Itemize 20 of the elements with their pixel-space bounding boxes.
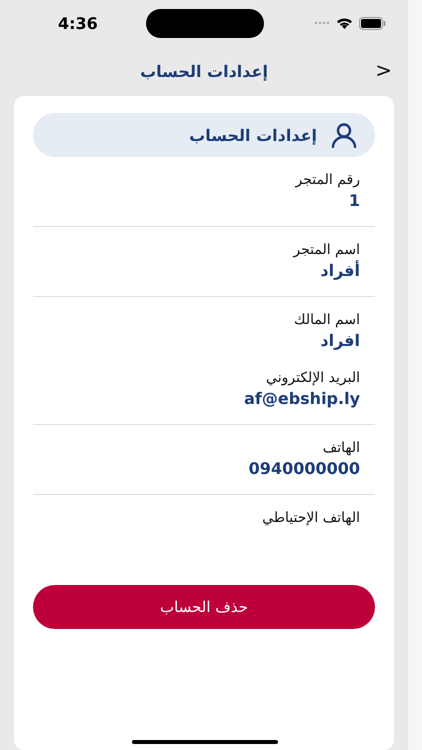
field-label: الهاتف (322, 439, 360, 458)
field-value: افراد (320, 330, 360, 351)
battery-icon (359, 16, 386, 30)
field-value: 0940000000 (248, 458, 360, 479)
field-label: اسم المتجر (293, 241, 360, 260)
field-value: 1 (348, 190, 360, 211)
field-label: رقم المتجر (296, 171, 360, 190)
user-icon (331, 122, 357, 148)
section-title: إعدادات الحساب (189, 126, 317, 144)
wifi-icon (336, 17, 353, 29)
field-label: البريد الإلكتروني (266, 369, 360, 388)
field-label: الهاتف الإحتياطي (262, 509, 360, 528)
field-value: أفراد (320, 260, 360, 281)
field-value: af@ebship.ly (244, 388, 360, 409)
delete-account-button[interactable]: حذف الحساب (33, 585, 375, 629)
field-label: اسم المالك (294, 311, 360, 330)
status-time: 4:36 (58, 14, 99, 32)
signal-dots-icon (314, 21, 330, 25)
page-title: إعدادات الحساب (140, 62, 268, 80)
back-button[interactable]: > (371, 58, 396, 82)
